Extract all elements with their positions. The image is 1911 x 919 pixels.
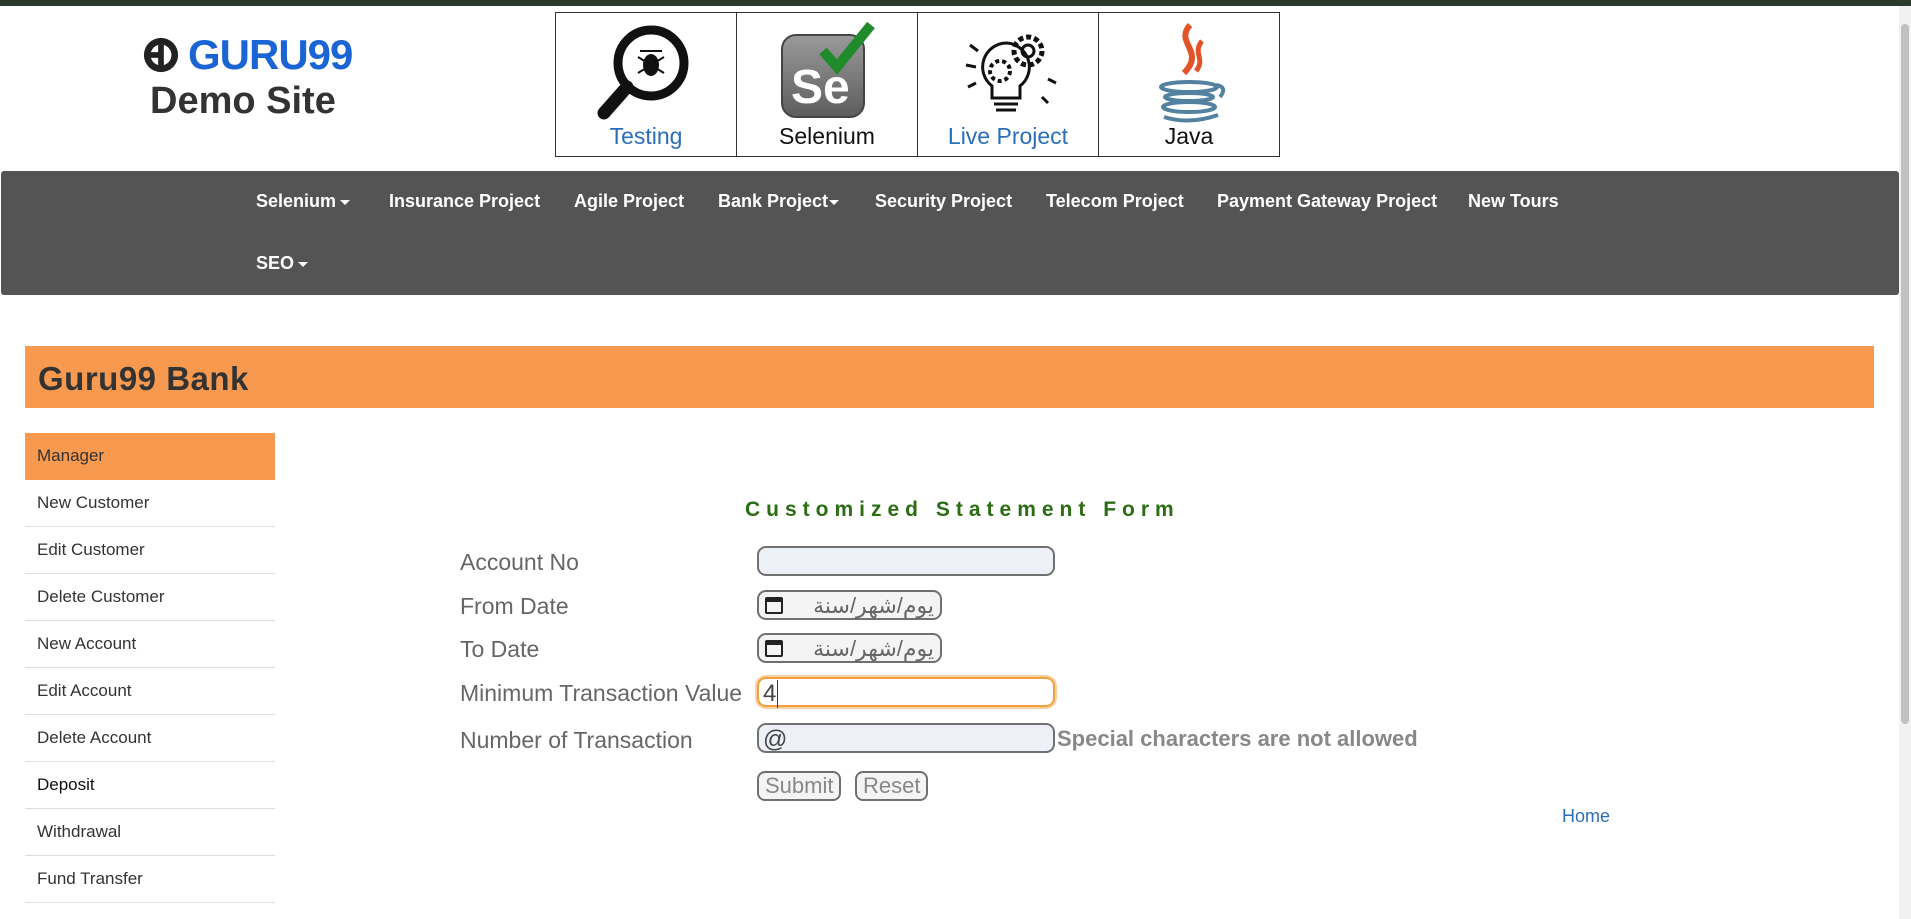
submit-button[interactable]: Submit — [757, 771, 842, 801]
nav-item-telecom-project[interactable]: Telecom Project — [1046, 191, 1184, 212]
sidebar-item-delete-customer[interactable]: Delete Customer — [25, 574, 275, 621]
min-transaction-value-value: 4 — [763, 680, 779, 708]
from-date-label: From Date — [460, 593, 569, 619]
sidebar-item-manager[interactable]: Manager — [25, 433, 275, 480]
java-icon — [1159, 23, 1226, 123]
form-title: Customized Statement Form — [745, 498, 1180, 521]
tile-label-selenium: Selenium — [779, 123, 875, 149]
reset-button[interactable]: Reset — [855, 771, 929, 801]
num-transactions-input[interactable]: @ — [757, 723, 1055, 753]
caret-down-icon — [340, 199, 351, 205]
sidebar-item-edit-account[interactable]: Edit Account — [25, 668, 275, 715]
sidebar-item-withdrawal[interactable]: Withdrawal — [25, 809, 275, 856]
bank-title: Guru99 Bank — [38, 360, 249, 397]
tile-live-project[interactable]: Live Project — [918, 13, 1099, 156]
home-link[interactable]: Home — [1562, 806, 1610, 827]
nav-item-selenium[interactable]: Selenium — [256, 191, 351, 212]
nav-item-seo[interactable]: SEO — [256, 253, 309, 274]
tile-label-testing: Testing — [609, 123, 683, 149]
sidebar-item-deposit[interactable]: Deposit — [25, 762, 275, 809]
tile-label-live-project: Live Project — [947, 123, 1069, 149]
top-strip — [0, 0, 1911, 6]
scrollbar-thumb[interactable] — [1901, 24, 1909, 724]
bank-header-bar: Guru99 Bank — [25, 346, 1874, 408]
num-transactions-label: Number of Transaction — [460, 727, 693, 753]
sidebar-item-new-customer[interactable]: New Customer — [25, 480, 275, 527]
nav-item-security-project[interactable]: Security Project — [875, 191, 1012, 212]
nav-label-seo: SEO — [256, 253, 295, 273]
to-date-placeholder: يوم/شهر/سنة — [813, 636, 934, 661]
calendar-icon[interactable] — [765, 597, 783, 614]
logo-subtitle: Demo Site — [150, 80, 336, 122]
validation-message: Special characters are not allowed — [1057, 726, 1418, 751]
scrollbar[interactable] — [1899, 6, 1911, 919]
selenium-icon: Se — [781, 21, 875, 118]
nav-item-agile-project[interactable]: Agile Project — [574, 191, 684, 212]
tutorial-tiles: Testing Se Selenium Live Project Java — [555, 12, 1280, 157]
nav-item-insurance-project[interactable]: Insurance Project — [389, 191, 540, 212]
tile-selenium[interactable]: Se Selenium — [737, 13, 918, 156]
min-transaction-value-label: Minimum Transaction Value — [460, 680, 743, 706]
nav-label-selenium: Selenium — [256, 191, 337, 211]
sidebar-item-delete-account[interactable]: Delete Account — [25, 715, 275, 762]
account-no-label: Account No — [460, 549, 579, 575]
caret-down-icon — [298, 261, 309, 267]
num-transactions-value: @ — [763, 726, 788, 753]
nav-label-bank-project: Bank Project — [718, 191, 829, 211]
from-date-placeholder: يوم/شهر/سنة — [813, 593, 934, 618]
nav-item-new-tours[interactable]: New Tours — [1468, 191, 1559, 212]
sidebar-item-new-account[interactable]: New Account — [25, 621, 275, 668]
caret-down-icon — [829, 199, 840, 205]
gear-lightbulb-icon — [965, 34, 1057, 112]
tile-testing[interactable]: Testing — [556, 13, 737, 156]
guru99-logo-icon — [143, 37, 179, 73]
to-date-input[interactable]: يوم/شهر/سنة — [757, 633, 942, 663]
sidebar-item-edit-customer[interactable]: Edit Customer — [25, 527, 275, 574]
account-no-input[interactable] — [757, 546, 1055, 576]
logo-text: GURU99 — [188, 31, 353, 78]
tile-java[interactable]: Java — [1099, 13, 1279, 156]
nav-item-payment-gateway-project[interactable]: Payment Gateway Project — [1217, 191, 1437, 212]
tile-label-java: Java — [1164, 123, 1214, 149]
magnifier-bug-icon — [597, 25, 689, 120]
main-navbar: Selenium Insurance Project Agile Project… — [1, 171, 1899, 295]
from-date-input[interactable]: يوم/شهر/سنة — [757, 590, 942, 620]
sidebar-menu: Manager New Customer Edit Customer Delet… — [25, 433, 275, 903]
sidebar-item-fund-transfer[interactable]: Fund Transfer — [25, 856, 275, 903]
calendar-icon[interactable] — [765, 640, 783, 657]
to-date-label: To Date — [460, 636, 540, 662]
site-logo[interactable]: GURU99 Demo Site — [142, 31, 372, 123]
nav-item-bank-project[interactable]: Bank Project — [718, 191, 840, 212]
min-transaction-value-input[interactable]: 4 — [757, 677, 1055, 708]
